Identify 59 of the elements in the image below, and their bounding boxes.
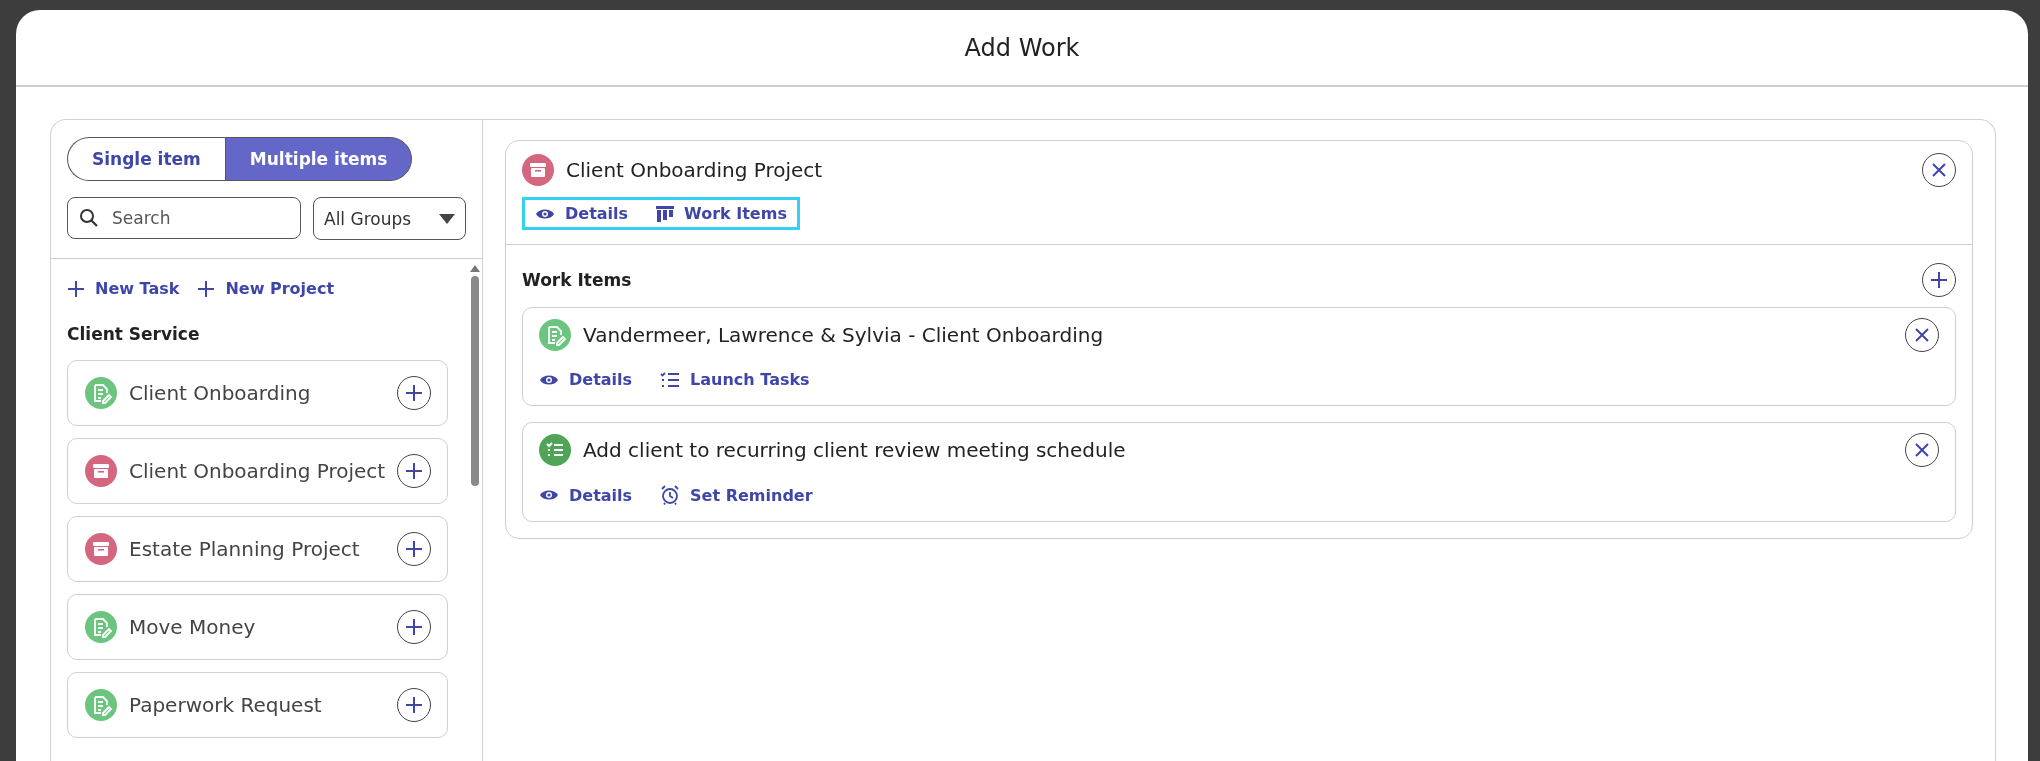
alarm-clock-icon: [660, 485, 681, 505]
add-button[interactable]: [397, 376, 432, 410]
document-edit-icon: [539, 319, 571, 351]
add-button[interactable]: [397, 532, 432, 566]
action-link[interactable]: Details: [535, 204, 629, 223]
plus-icon: [405, 696, 424, 714]
scrollbar-thumb[interactable]: [471, 276, 480, 486]
document-edit-icon: [85, 689, 117, 721]
template-item[interactable]: Paperwork Request: [67, 672, 449, 738]
checklist-icon: [660, 371, 681, 388]
template-item[interactable]: Move Money: [67, 594, 449, 660]
dialog-title: Add Work: [964, 33, 1080, 62]
add-button[interactable]: [1922, 263, 1956, 297]
plus-icon: [405, 540, 424, 558]
work-item-title: Add client to recurring client review meeting schedule: [583, 438, 1127, 462]
add-button[interactable]: [397, 688, 432, 722]
plus-icon: [405, 618, 424, 636]
section-title: Work Items: [522, 270, 632, 290]
close-icon: [1914, 442, 1930, 458]
template-item[interactable]: Client Onboarding: [67, 360, 449, 426]
remove-button[interactable]: [1905, 433, 1939, 467]
checklist-icon: [539, 434, 571, 466]
close-icon: [1914, 327, 1930, 343]
columns-icon: [656, 205, 675, 222]
action-link[interactable]: Details: [539, 485, 633, 505]
mode-toggle-option[interactable]: Single item: [67, 137, 225, 181]
archive-box-icon: [85, 455, 117, 487]
plus-icon: [1930, 271, 1948, 289]
archive-box-icon: [85, 533, 117, 565]
remove-button[interactable]: [1922, 153, 1956, 187]
project-title: Client Onboarding Project: [566, 158, 824, 182]
remove-button[interactable]: [1905, 318, 1939, 352]
document-edit-icon: [85, 611, 117, 643]
dropdown-caret-icon: [439, 213, 455, 224]
plus-icon: [197, 279, 216, 298]
plus-icon: [405, 384, 424, 402]
action-link[interactable]: Set Reminder: [660, 485, 813, 505]
create-link[interactable]: New Task: [67, 279, 180, 298]
archive-box-icon: [522, 154, 554, 186]
template-item[interactable]: Estate Planning Project: [67, 516, 449, 582]
eye-icon: [539, 488, 559, 502]
close-icon: [1931, 162, 1947, 178]
action-link[interactable]: Launch Tasks: [660, 370, 810, 389]
add-button[interactable]: [397, 610, 432, 644]
action-link[interactable]: Work Items: [656, 204, 787, 223]
add-button[interactable]: [397, 454, 432, 488]
scroll-up-icon[interactable]: [470, 265, 481, 272]
search-field[interactable]: Search: [67, 197, 301, 239]
section-title: Client Service: [67, 324, 201, 344]
search-icon: [79, 208, 99, 228]
template-item[interactable]: Client Onboarding Project: [67, 438, 449, 504]
create-link[interactable]: New Project: [197, 279, 335, 298]
mode-toggle-option[interactable]: Multiple items: [224, 137, 413, 181]
plus-icon: [405, 462, 424, 480]
group-dropdown[interactable]: All Groups: [313, 197, 466, 240]
action-link[interactable]: Details: [539, 370, 633, 389]
document-edit-icon: [85, 377, 117, 409]
plus-icon: [67, 279, 85, 298]
work-item-title: Vandermeer, Lawrence & Sylvia - Client Onboarding: [583, 323, 1105, 347]
